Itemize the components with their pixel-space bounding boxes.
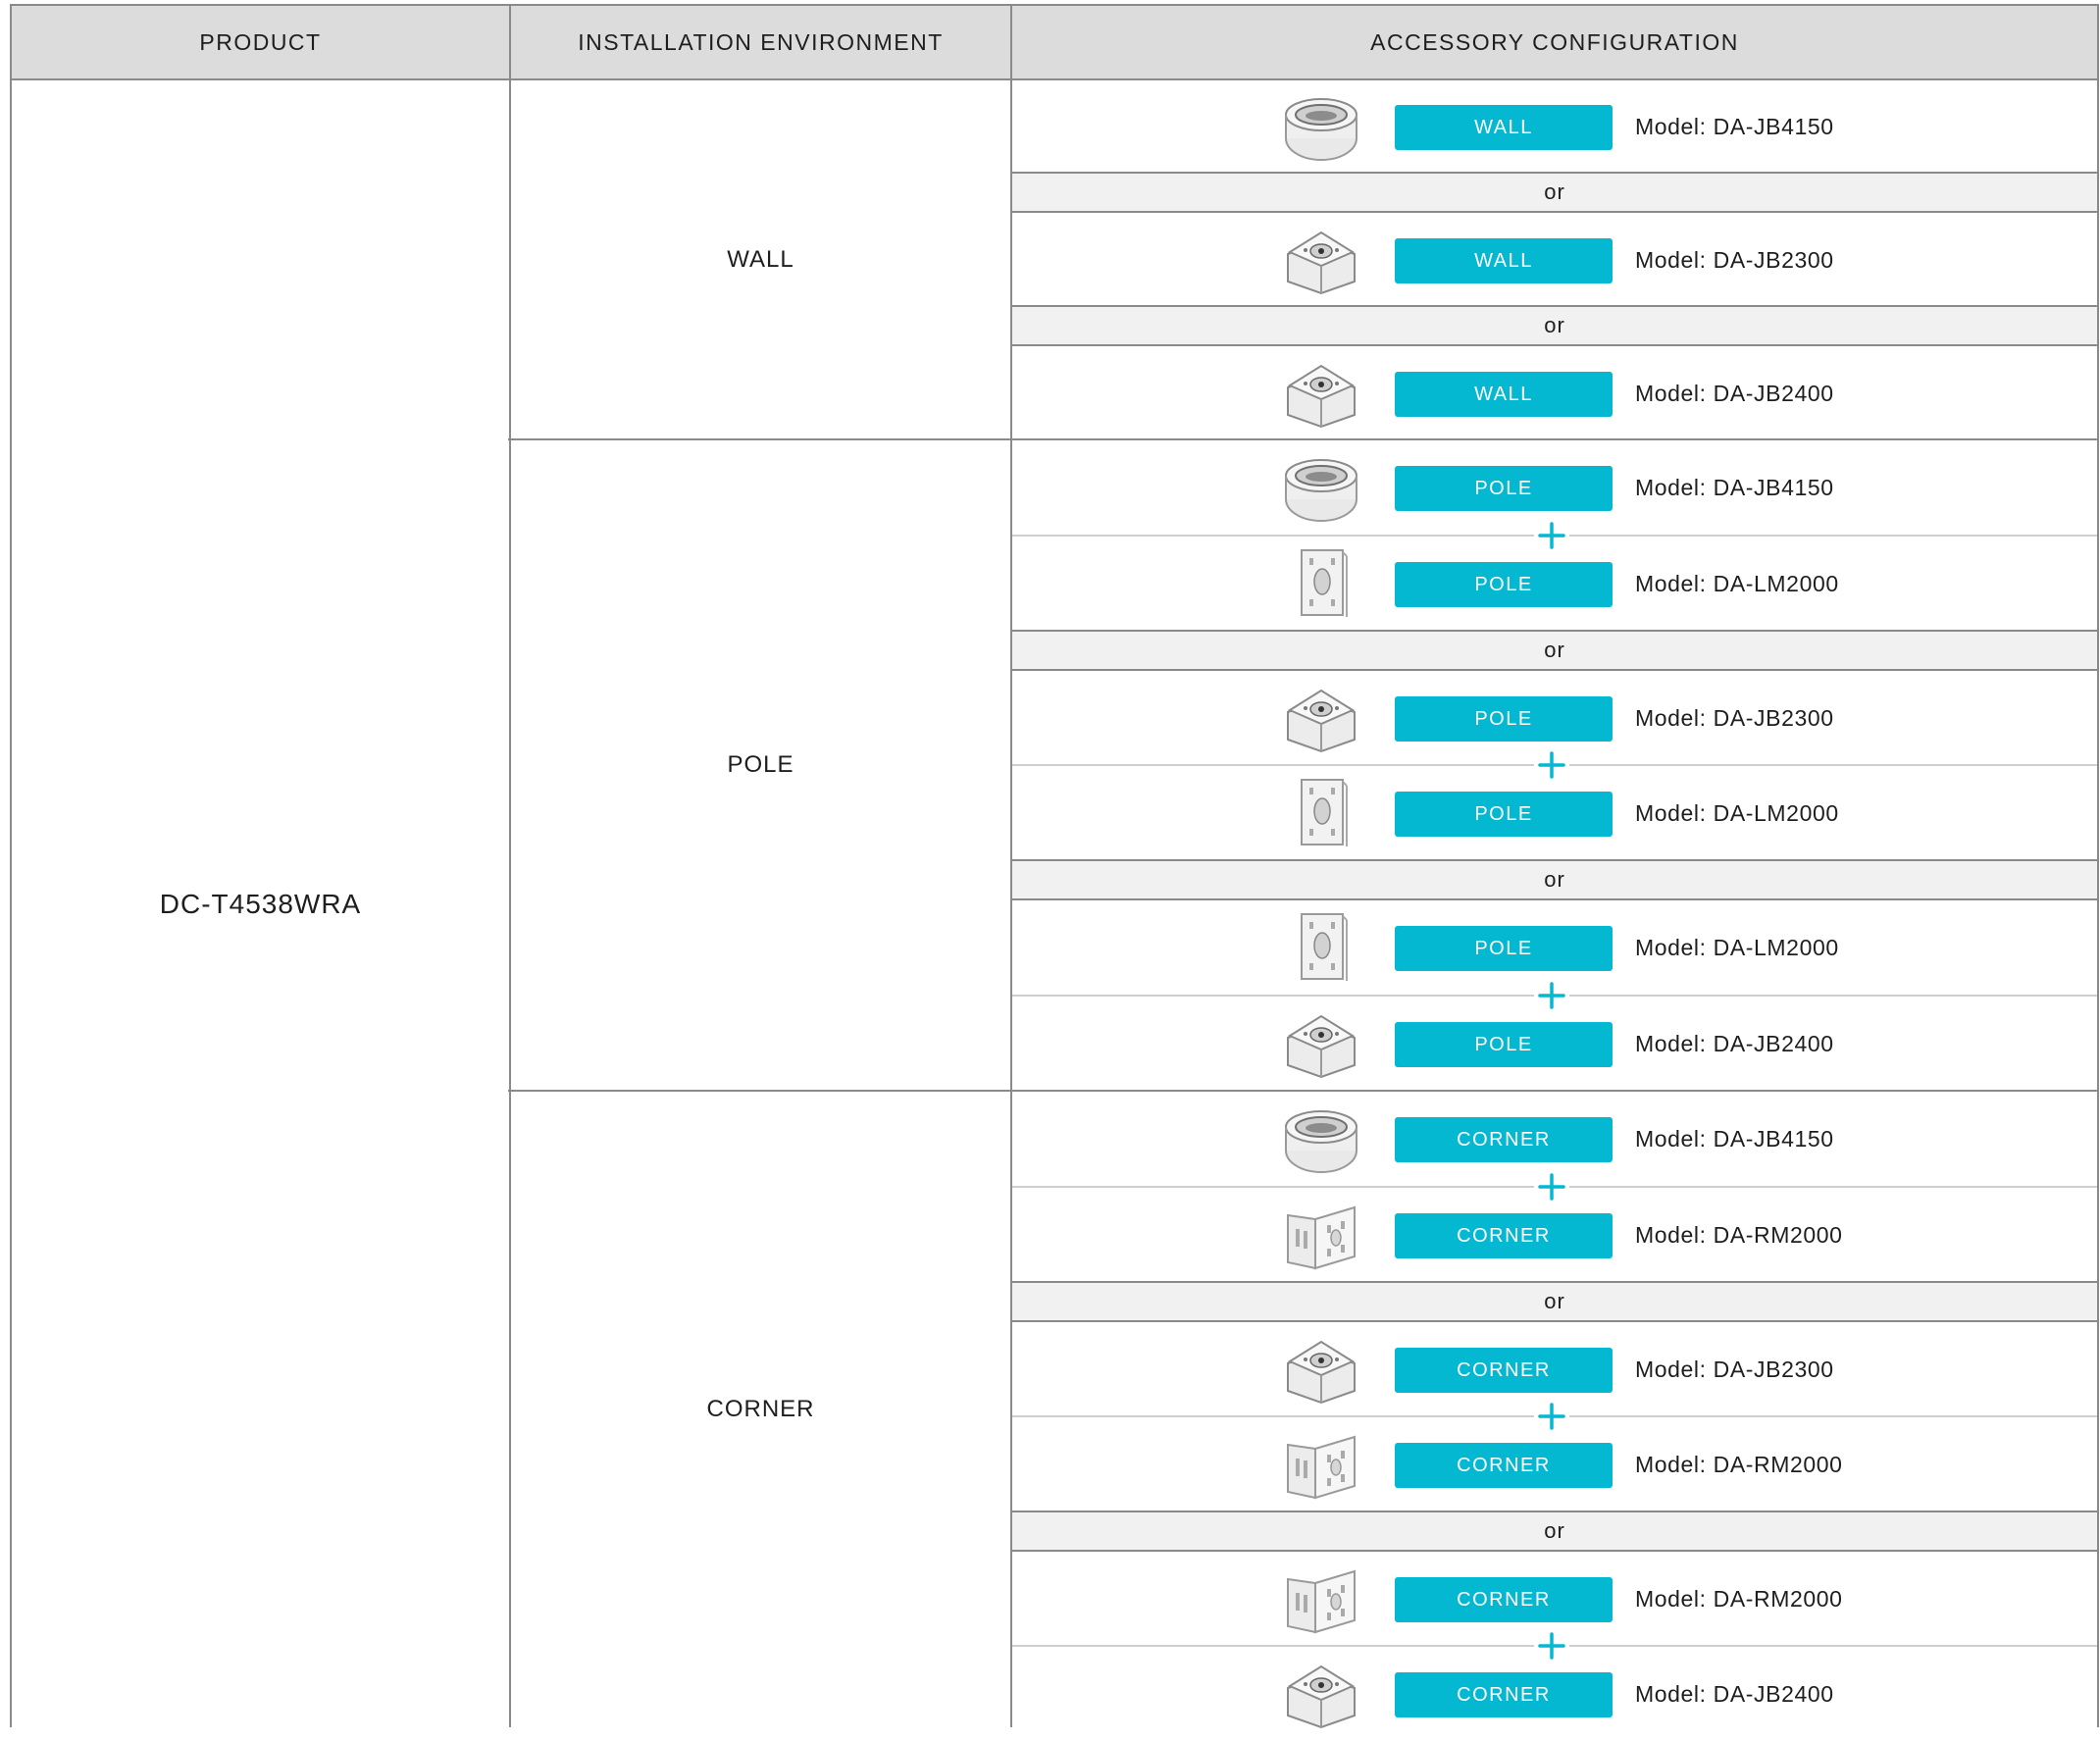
square-junction-box-icon [1282,1655,1360,1733]
model-number: Model: DA-JB2300 [1635,704,1834,731]
or-separator: or [1012,1283,2097,1320]
model-number: Model: DA-JB4150 [1635,1125,1834,1152]
mount-type-tag: WALL [1395,105,1613,150]
model-number: Model: DA-RM2000 [1635,1585,1843,1612]
mount-type-tag: POLE [1395,562,1613,607]
accessory-row: POLE Model: DA-LM2000 [1012,537,2097,631]
mount-type-tag: CORNER [1395,1443,1613,1488]
model-number: Model: DA-LM2000 [1635,799,1839,826]
model-number: Model: DA-JB2300 [1635,1356,1834,1382]
model-number: Model: DA-JB2300 [1635,246,1834,273]
accessory-table: PRODUCT INSTALLATION ENVIRONMENT ACCESSO… [0,0,2100,1729]
accessory-row: CORNER Model: DA-JB2300 [1012,1322,2097,1416]
model-number: Model: DA-RM2000 [1635,1221,1843,1248]
mount-type-tag: POLE [1395,792,1613,837]
mount-type-tag: CORNER [1395,1348,1613,1393]
square-junction-box-icon [1282,221,1360,299]
accessory-row: WALL Model: DA-JB4150 [1012,79,2097,174]
model-number: Model: DA-JB2400 [1635,380,1834,406]
accessory-row: CORNER Model: DA-RM2000 [1012,1552,2097,1646]
model-number: Model: DA-LM2000 [1635,570,1839,596]
environment-divider [508,438,1012,440]
accessory-row: CORNER Model: DA-RM2000 [1012,1417,2097,1511]
accessory-row: CORNER Model: DA-RM2000 [1012,1188,2097,1282]
corner-mount-bracket-icon [1282,1196,1360,1274]
model-number: Model: DA-JB4150 [1635,474,1834,500]
header-product: PRODUCT [10,4,511,80]
environment-corner: CORNER [706,1396,815,1422]
pole-mount-plate-icon [1282,908,1360,987]
model-number: Model: DA-JB2400 [1635,1030,1834,1056]
square-junction-box-icon [1282,1330,1360,1408]
accessory-row: WALL Model: DA-JB2400 [1012,346,2097,440]
mount-type-tag: POLE [1395,466,1613,511]
mount-type-tag: CORNER [1395,1672,1613,1717]
accessory-row: POLE Model: DA-JB2300 [1012,671,2097,765]
product-name: DC-T4538WRA [159,888,362,919]
environment-divider [508,1090,1012,1092]
corner-mount-bracket-icon [1282,1560,1360,1638]
model-number: Model: DA-LM2000 [1635,934,1839,960]
mount-type-tag: WALL [1395,238,1613,283]
round-junction-box-icon [1282,448,1360,527]
pole-mount-plate-icon [1282,774,1360,852]
accessory-row: POLE Model: DA-JB4150 [1012,440,2097,535]
environment-wall: WALL [727,245,794,273]
mount-type-tag: POLE [1395,696,1613,742]
model-number: Model: DA-RM2000 [1635,1451,1843,1477]
mount-type-tag: CORNER [1395,1213,1613,1258]
header-accessory-configuration: ACCESSORY CONFIGURATION [1010,4,2099,80]
square-junction-box-icon [1282,354,1360,433]
environment-pole: POLE [727,751,794,778]
or-separator: or [1012,1512,2097,1550]
accessory-row: WALL Model: DA-JB2300 [1012,213,2097,307]
column-divider [2097,80,2099,1727]
accessory-row: CORNER Model: DA-JB4150 [1012,1092,2097,1186]
mount-type-tag: CORNER [1395,1577,1613,1622]
square-junction-box-icon [1282,679,1360,757]
mount-type-tag: WALL [1395,372,1613,417]
or-separator: or [1012,861,2097,898]
mount-type-tag: POLE [1395,926,1613,971]
round-junction-box-icon [1282,87,1360,166]
or-separator: or [1012,174,2097,211]
model-number: Model: DA-JB4150 [1635,113,1834,139]
accessory-row: POLE Model: DA-JB2400 [1012,997,2097,1091]
square-junction-box-icon [1282,1004,1360,1083]
pole-mount-plate-icon [1282,544,1360,623]
or-separator: or [1012,632,2097,669]
header-installation-environment: INSTALLATION ENVIRONMENT [509,4,1012,80]
mount-type-tag: POLE [1395,1022,1613,1067]
accessory-row: POLE Model: DA-LM2000 [1012,766,2097,860]
round-junction-box-icon [1282,1100,1360,1178]
or-separator: or [1012,307,2097,344]
mount-type-tag: CORNER [1395,1117,1613,1162]
corner-mount-bracket-icon [1282,1425,1360,1504]
accessory-row: POLE Model: DA-LM2000 [1012,900,2097,995]
